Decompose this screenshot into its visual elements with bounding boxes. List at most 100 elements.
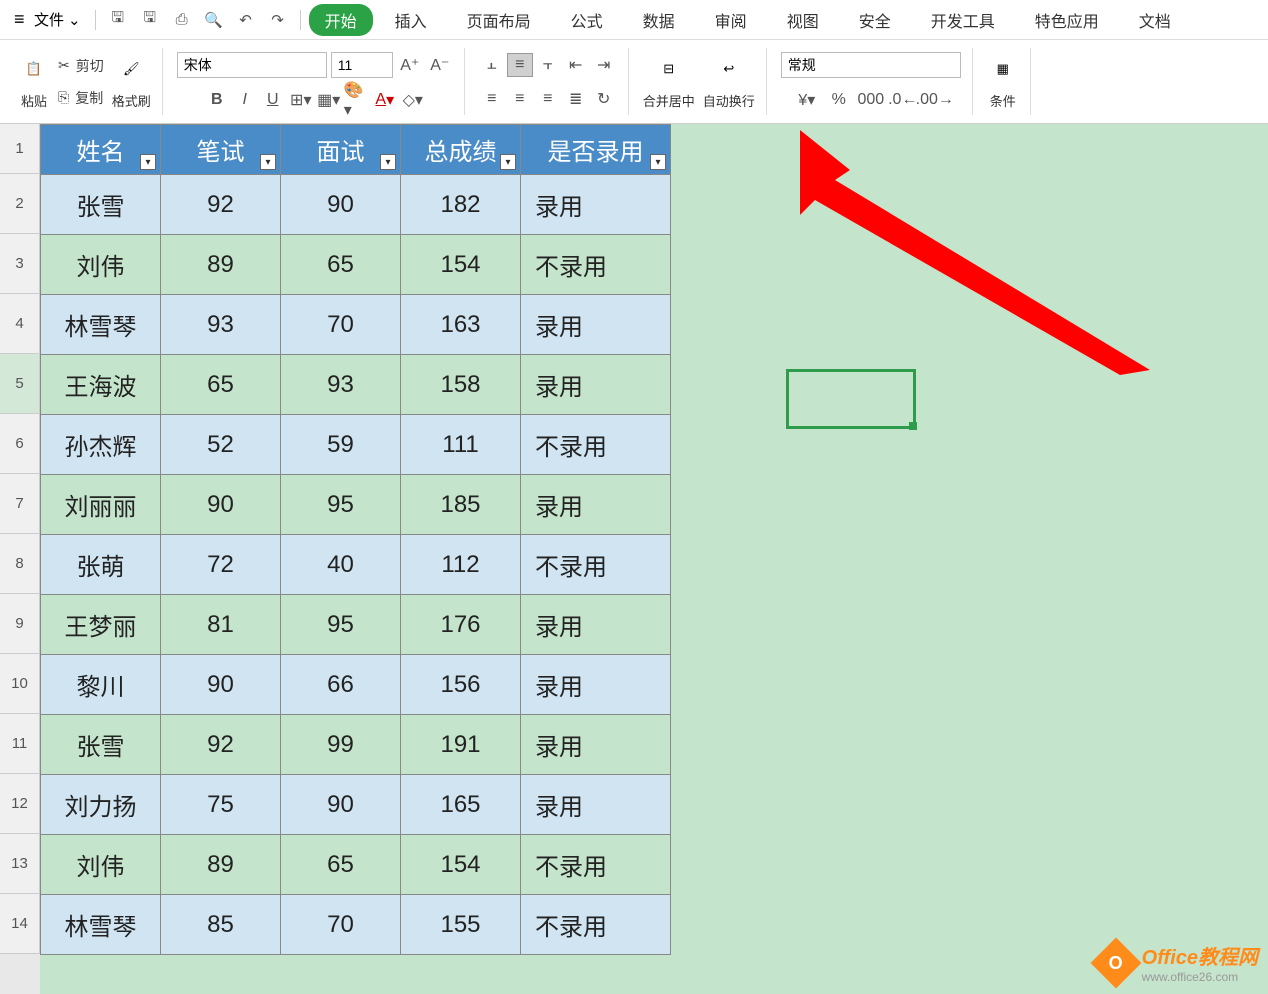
row-header[interactable]: 7 xyxy=(0,474,40,534)
format-painter-label[interactable]: 格式刷 xyxy=(112,91,151,110)
cell-interview[interactable]: 65 xyxy=(281,235,401,295)
font-color-button[interactable]: A▾ xyxy=(372,88,398,112)
row-header[interactable]: 11 xyxy=(0,714,40,774)
cell-interview[interactable]: 40 xyxy=(281,535,401,595)
cell-total[interactable]: 156 xyxy=(401,655,521,715)
tab-data[interactable]: 数据 xyxy=(625,2,693,38)
cell-name[interactable]: 刘伟 xyxy=(41,235,161,295)
cell-status[interactable]: 录用 xyxy=(521,655,671,715)
row-header[interactable]: 13 xyxy=(0,834,40,894)
grow-font-icon[interactable]: A⁺ xyxy=(397,53,423,77)
cell-interview[interactable]: 99 xyxy=(281,715,401,775)
row-header[interactable]: 8 xyxy=(0,534,40,594)
cell-total[interactable]: 165 xyxy=(401,775,521,835)
file-menu[interactable]: 文件 ⌄ xyxy=(8,5,87,34)
cond-format-label[interactable]: 条件 xyxy=(990,91,1016,110)
cell-written[interactable]: 52 xyxy=(161,415,281,475)
row-header[interactable]: 1 xyxy=(0,124,40,174)
align-bottom-icon[interactable]: ⫟ xyxy=(535,53,561,77)
align-center-icon[interactable]: ≡ xyxy=(507,87,533,111)
merge-icon[interactable]: ⊟ xyxy=(653,53,685,85)
cell-written[interactable]: 93 xyxy=(161,295,281,355)
filter-icon[interactable]: ▾ xyxy=(380,154,396,170)
tab-dev-tools[interactable]: 开发工具 xyxy=(913,2,1013,38)
cell-status[interactable]: 录用 xyxy=(521,355,671,415)
cell-total[interactable]: 182 xyxy=(401,175,521,235)
cell-total[interactable]: 154 xyxy=(401,235,521,295)
tab-insert[interactable]: 插入 xyxy=(377,2,445,38)
row-header[interactable]: 6 xyxy=(0,414,40,474)
underline-button[interactable]: U xyxy=(260,88,286,112)
merge-label[interactable]: 合并居中 xyxy=(643,91,695,110)
row-header[interactable]: 3 xyxy=(0,234,40,294)
filter-icon[interactable]: ▾ xyxy=(650,154,666,170)
row-header[interactable]: 10 xyxy=(0,654,40,714)
tab-security[interactable]: 安全 xyxy=(841,2,909,38)
cell-interview[interactable]: 70 xyxy=(281,895,401,955)
cell-status[interactable]: 录用 xyxy=(521,775,671,835)
tab-layout[interactable]: 页面布局 xyxy=(449,2,549,38)
print-icon[interactable]: ⎙ xyxy=(168,6,196,34)
tab-view[interactable]: 视图 xyxy=(769,2,837,38)
cell-name[interactable]: 林雪琴 xyxy=(41,895,161,955)
cell-written[interactable]: 75 xyxy=(161,775,281,835)
tab-review[interactable]: 审阅 xyxy=(697,2,765,38)
cell-total[interactable]: 185 xyxy=(401,475,521,535)
cell-status[interactable]: 不录用 xyxy=(521,895,671,955)
cell-status[interactable]: 录用 xyxy=(521,295,671,355)
cell-written[interactable]: 92 xyxy=(161,175,281,235)
cell-style-button[interactable]: ▦▾ xyxy=(316,88,342,112)
cell-name[interactable]: 王海波 xyxy=(41,355,161,415)
increase-decimal-icon[interactable]: .0← xyxy=(890,88,916,112)
cell-name[interactable]: 林雪琴 xyxy=(41,295,161,355)
cell-status[interactable]: 不录用 xyxy=(521,535,671,595)
cell-interview[interactable]: 70 xyxy=(281,295,401,355)
align-top-icon[interactable]: ⫠ xyxy=(479,53,505,77)
cell-total[interactable]: 154 xyxy=(401,835,521,895)
increase-indent-icon[interactable]: ⇥ xyxy=(591,53,617,77)
cell-name[interactable]: 黎川 xyxy=(41,655,161,715)
cell-written[interactable]: 90 xyxy=(161,475,281,535)
wrap-icon[interactable]: ↩ xyxy=(713,53,745,85)
undo-icon[interactable]: ↶ xyxy=(232,6,260,34)
cell-name[interactable]: 王梦丽 xyxy=(41,595,161,655)
cell-interview[interactable]: 95 xyxy=(281,475,401,535)
percent-icon[interactable]: % xyxy=(826,88,852,112)
cell-written[interactable]: 92 xyxy=(161,715,281,775)
cell-name[interactable]: 张雪 xyxy=(41,175,161,235)
row-header[interactable]: 12 xyxy=(0,774,40,834)
cell-status[interactable]: 录用 xyxy=(521,475,671,535)
filter-icon[interactable]: ▾ xyxy=(140,154,156,170)
save-as-icon[interactable]: 🖫 xyxy=(136,6,164,34)
header-written[interactable]: 笔试▾ xyxy=(161,125,281,175)
cell-written[interactable]: 89 xyxy=(161,235,281,295)
row-header[interactable]: 2 xyxy=(0,174,40,234)
cell-status[interactable]: 录用 xyxy=(521,175,671,235)
cell-name[interactable]: 张雪 xyxy=(41,715,161,775)
tab-doc[interactable]: 文档 xyxy=(1121,2,1189,38)
row-header[interactable]: 9 xyxy=(0,594,40,654)
header-name[interactable]: 姓名▾ xyxy=(41,125,161,175)
cell-interview[interactable]: 66 xyxy=(281,655,401,715)
tab-formula[interactable]: 公式 xyxy=(553,2,621,38)
save-icon[interactable]: 🖫 xyxy=(104,6,132,34)
cell-written[interactable]: 81 xyxy=(161,595,281,655)
cell-total[interactable]: 111 xyxy=(401,415,521,475)
cell-interview[interactable]: 59 xyxy=(281,415,401,475)
bold-button[interactable]: B xyxy=(204,88,230,112)
shrink-font-icon[interactable]: A⁻ xyxy=(427,53,453,77)
print-preview-icon[interactable]: 🔍 xyxy=(200,6,228,34)
cell-written[interactable]: 90 xyxy=(161,655,281,715)
cell-written[interactable]: 72 xyxy=(161,535,281,595)
align-right-icon[interactable]: ≡ xyxy=(535,87,561,111)
cell-total[interactable]: 163 xyxy=(401,295,521,355)
comma-icon[interactable]: 000 xyxy=(858,88,884,112)
cell-status[interactable]: 不录用 xyxy=(521,415,671,475)
cell-interview[interactable]: 65 xyxy=(281,835,401,895)
cell-written[interactable]: 89 xyxy=(161,835,281,895)
cell-written[interactable]: 65 xyxy=(161,355,281,415)
filter-icon[interactable]: ▾ xyxy=(500,154,516,170)
cut-button[interactable]: ✂剪切 xyxy=(58,56,104,76)
paste-icon[interactable]: 📋 xyxy=(18,53,50,85)
cell-status[interactable]: 不录用 xyxy=(521,235,671,295)
